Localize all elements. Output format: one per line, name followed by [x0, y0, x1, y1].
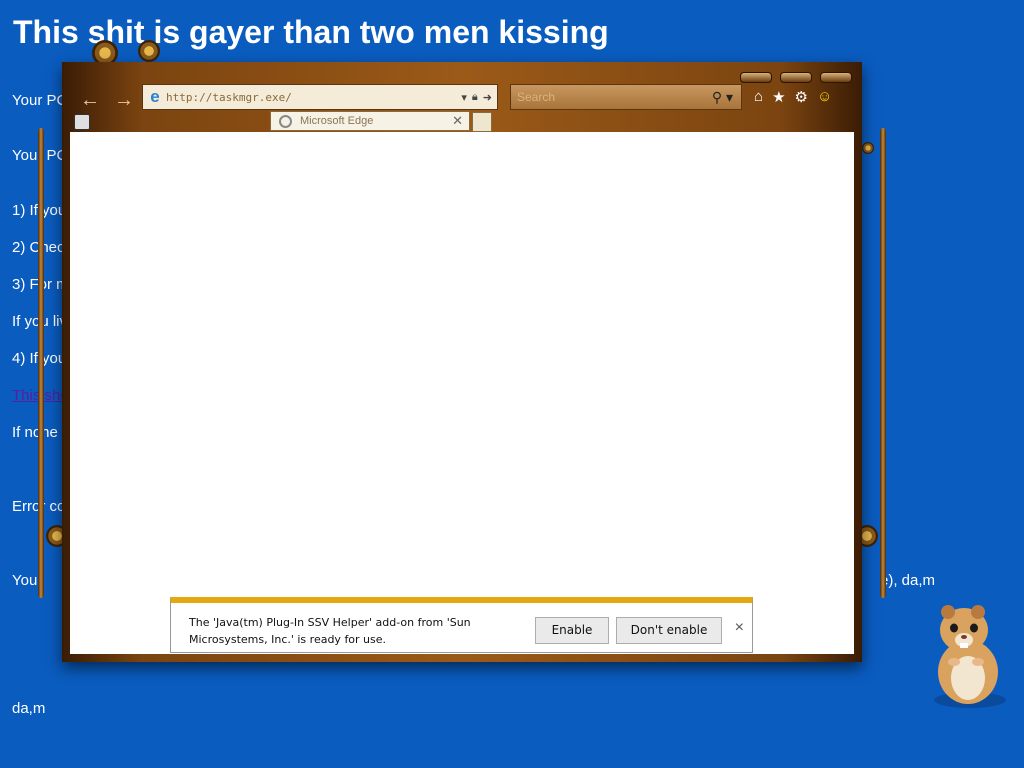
maximize-button[interactable] [780, 72, 812, 83]
toolbar-icons: ⌂ ★ ⚙ ☺ [754, 88, 832, 106]
address-url[interactable]: http://taskmgr.exe/ [164, 91, 461, 104]
ie-logo-icon: e [150, 87, 160, 106]
close-notification-icon[interactable]: × [735, 619, 744, 637]
notification-message: The 'Java(tm) Plug-In SSV Helper' add-on… [189, 616, 471, 646]
dont-enable-button[interactable]: Don't enable [616, 617, 722, 644]
back-arrow-icon[interactable]: ← [78, 88, 102, 112]
home-icon[interactable]: ⌂ [754, 88, 763, 106]
bg-text-line: Your PC [12, 92, 68, 109]
address-tools: ▾ 🔒︎ ➜ [461, 91, 497, 104]
minimize-button[interactable] [740, 72, 772, 83]
forward-arrow-icon[interactable]: → [112, 88, 136, 112]
bg-text-fragment: e), da,m [880, 572, 936, 589]
tab-favicon-icon [74, 114, 90, 130]
right-pipe-decoration [880, 128, 886, 598]
enable-button[interactable]: Enable [535, 617, 609, 644]
gear-icon [862, 142, 874, 154]
smiley-icon[interactable]: ☺ [817, 88, 832, 106]
tab-title: Microsoft Edge [300, 115, 374, 127]
star-icon[interactable]: ★ [772, 88, 785, 106]
close-tab-icon[interactable]: ✕ [452, 113, 469, 129]
gear-icon [138, 40, 160, 62]
tab-microsoft-edge[interactable]: Microsoft Edge ✕ [270, 111, 470, 131]
hamster-image [934, 605, 1006, 708]
dropdown-icon[interactable]: ▾ [461, 91, 467, 104]
search-icon[interactable]: ⚲ ▾ [712, 89, 741, 106]
page-content [70, 132, 854, 654]
bg-text-line: If none [12, 424, 58, 441]
loading-spinner-icon [279, 114, 292, 128]
bg-text-line: da,m [12, 700, 46, 717]
addon-notification-bar: The 'Java(tm) Plug-In SSV Helper' add-on… [170, 597, 753, 653]
window-controls [740, 72, 852, 83]
left-pipe-decoration [38, 128, 44, 598]
address-bar[interactable]: e http://taskmgr.exe/ ▾ 🔒︎ ➜ [142, 84, 498, 110]
search-box[interactable]: Search ⚲ ▾ [510, 84, 742, 110]
close-window-button[interactable] [820, 72, 852, 83]
search-input[interactable]: Search [511, 90, 712, 104]
gear-icon[interactable]: ⚙ [795, 88, 808, 106]
new-tab-button[interactable] [472, 112, 492, 132]
lock-icon[interactable]: 🔒︎ [472, 91, 478, 104]
go-arrow-icon[interactable]: ➜ [483, 91, 492, 104]
browser-window: ← → e http://taskmgr.exe/ ▾ 🔒︎ ➜ Search … [62, 62, 862, 662]
